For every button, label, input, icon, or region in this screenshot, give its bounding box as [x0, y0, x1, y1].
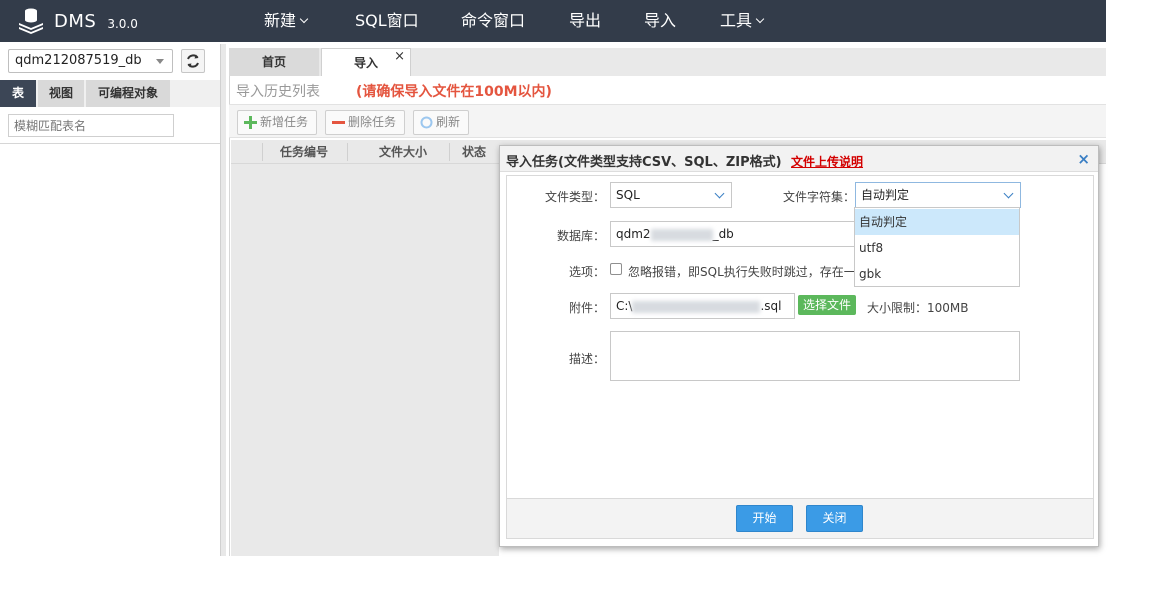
charset-option-gbk[interactable]: gbk: [855, 261, 1019, 287]
main-tab-bar: 首页 导入 ×: [229, 48, 1106, 76]
tab-home[interactable]: 首页: [229, 48, 319, 76]
database-stack-icon: [19, 8, 43, 34]
close-icon[interactable]: ×: [1077, 150, 1090, 168]
menu-import[interactable]: 导入: [644, 0, 676, 42]
charset-option-auto[interactable]: 自动判定: [855, 209, 1019, 235]
app-name: DMS: [54, 10, 97, 32]
redacted-text: [632, 300, 761, 313]
file-type-label: 文件类型：: [544, 190, 605, 204]
database-select-value: qdm212087519_db: [15, 53, 142, 68]
menu-new-label: 新建: [264, 11, 297, 30]
menu-tools-label: 工具: [720, 11, 753, 30]
options-label: 选项：: [568, 265, 605, 279]
menu-sql-window[interactable]: SQL窗口: [355, 0, 419, 42]
tab-tables[interactable]: 表: [0, 80, 36, 107]
tab-views[interactable]: 视图: [38, 80, 84, 107]
menu-command-window[interactable]: 命令窗口: [461, 0, 525, 42]
menu-export[interactable]: 导出: [569, 0, 601, 42]
attachment-path-field[interactable]: C:\ .sql: [610, 293, 795, 319]
panel-splitter[interactable]: [220, 44, 226, 556]
history-size-note: (请确保导入文件在100M以内): [356, 84, 552, 100]
attachment-prefix: C:\: [616, 299, 633, 313]
menu-tools[interactable]: 工具: [720, 0, 765, 42]
database-select[interactable]: qdm212087519_db: [8, 49, 173, 73]
task-grid-body: [231, 164, 499, 556]
top-navbar: DMS 3.0.0 新建 SQL窗口 命令窗口 导出 导入 工具: [0, 0, 1106, 42]
dialog-title: 导入任务(文件类型支持CSV、SQL、ZIP格式): [506, 155, 782, 170]
database-field[interactable]: qdm2 _db: [610, 221, 860, 247]
attachment-suffix: .sql: [760, 299, 782, 313]
chevron-down-icon: [1003, 188, 1014, 199]
charset-select[interactable]: 自动判定: [855, 182, 1021, 208]
file-type-value: SQL: [616, 188, 640, 202]
refresh-icon: [420, 116, 433, 129]
database-prefix: qdm2: [616, 227, 651, 241]
tab-import[interactable]: 导入 ×: [321, 48, 411, 76]
upload-help-link[interactable]: 文件上传说明: [791, 153, 863, 170]
chevron-down-icon: [755, 14, 765, 24]
database-suffix: _db: [712, 227, 734, 241]
charset-option-utf8[interactable]: utf8: [855, 235, 1019, 261]
add-task-label: 新增任务: [260, 115, 309, 129]
refresh-tasks-button[interactable]: 刷新: [413, 110, 469, 135]
plus-icon: [244, 116, 257, 129]
database-label: 数据库：: [556, 229, 605, 243]
column-divider: [347, 143, 348, 161]
file-type-select[interactable]: SQL: [610, 182, 732, 208]
chevron-down-icon: [714, 188, 725, 199]
column-divider: [449, 143, 450, 161]
ignore-errors-text: 忽略报错，即SQL执行失败时跳过，存在一: [628, 265, 855, 279]
add-task-button[interactable]: 新增任务: [237, 110, 317, 135]
dialog-footer: 开始 关闭: [506, 499, 1094, 539]
column-status[interactable]: 状态: [462, 140, 486, 164]
choose-file-button[interactable]: 选择文件: [798, 295, 857, 315]
task-toolbar: 新增任务 删除任务 刷新: [229, 104, 1106, 138]
attachment-label: 附件：: [568, 301, 605, 315]
refresh-tasks-label: 刷新: [436, 115, 461, 129]
charset-label: 文件字符集：: [782, 190, 855, 204]
tab-programmable-objects[interactable]: 可编程对象: [86, 80, 170, 107]
description-label: 描述：: [568, 352, 605, 366]
dialog-header: 导入任务(文件类型支持CSV、SQL、ZIP格式) 文件上传说明 ×: [500, 146, 1098, 172]
delete-task-button[interactable]: 删除任务: [325, 110, 405, 135]
description-textarea[interactable]: [610, 331, 1020, 381]
refresh-database-button[interactable]: [181, 49, 205, 73]
refresh-icon: [187, 54, 199, 68]
column-divider: [262, 143, 263, 161]
table-search-input[interactable]: [8, 114, 174, 137]
column-task-id[interactable]: 任务编号: [280, 140, 328, 164]
ignore-errors-checkbox[interactable]: [610, 263, 622, 275]
dropdown-arrow-icon: [156, 59, 164, 64]
column-file-size[interactable]: 文件大小: [379, 140, 427, 164]
charset-value: 自动判定: [861, 188, 910, 202]
close-dialog-button[interactable]: 关闭: [806, 505, 863, 532]
history-title: 导入历史列表: [236, 84, 320, 100]
size-limit-text: 大小限制：100MB: [867, 301, 969, 315]
tab-import-label: 导入: [353, 56, 378, 70]
app-logo: DMS 3.0.0: [16, 6, 138, 36]
object-type-tabs: 表 视图 可编程对象: [0, 80, 220, 107]
delete-task-label: 删除任务: [348, 115, 397, 129]
app-version: 3.0.0: [107, 16, 138, 31]
sidebar-divider: [0, 143, 220, 144]
close-icon[interactable]: ×: [394, 43, 405, 71]
menu-new[interactable]: 新建: [264, 0, 309, 42]
minus-icon: [332, 121, 345, 124]
import-task-dialog: 导入任务(文件类型支持CSV、SQL、ZIP格式) 文件上传说明 × 文件类型：…: [499, 145, 1099, 547]
start-button[interactable]: 开始: [736, 505, 793, 532]
chevron-down-icon: [299, 14, 309, 24]
redacted-text: [650, 228, 713, 241]
charset-dropdown-list: 自动判定 utf8 gbk: [854, 207, 1020, 287]
